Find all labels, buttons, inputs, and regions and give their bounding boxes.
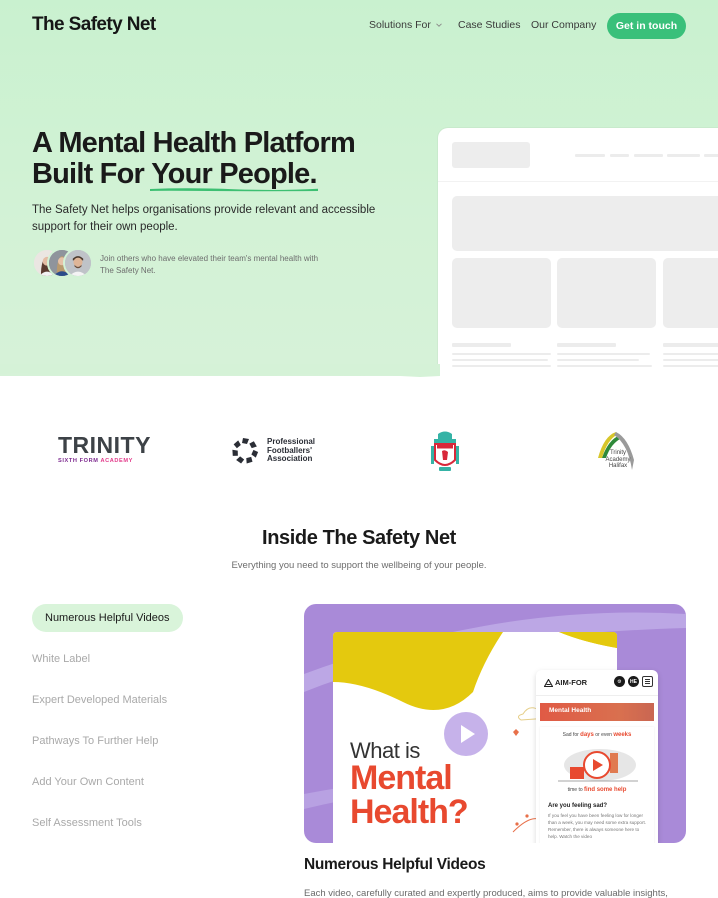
- mock-banner-placeholder: [452, 196, 718, 251]
- phone-header: AIM-FOR ⚙ HE: [536, 670, 658, 696]
- feature-tab-helpful-videos[interactable]: Numerous Helpful Videos: [32, 604, 183, 632]
- mock-nav-line: [575, 154, 605, 157]
- avatar-group: [32, 248, 94, 278]
- mock-text-line: [452, 359, 548, 361]
- settings-icon[interactable]: ⚙: [614, 676, 625, 687]
- aim-for-logo-icon: [544, 678, 553, 687]
- phone-banner-text: Mental Health: [549, 707, 592, 714]
- liverpool-crest-icon: [431, 431, 459, 471]
- sad-mid: or even: [593, 732, 614, 738]
- feature-tab-own-content[interactable]: Add Your Own Content: [32, 768, 144, 796]
- mock-text-line: [557, 359, 639, 361]
- nav-solutions-label: Solutions For: [369, 19, 431, 31]
- pfa-line: Association: [267, 454, 313, 463]
- hamburger-menu-icon[interactable]: [642, 676, 653, 687]
- trinity-subline: SIXTH FORM ACADEMY: [58, 458, 148, 464]
- play-icon: [461, 725, 475, 743]
- logo-liverpool-fc: [428, 430, 462, 474]
- find-highlight: find some help: [584, 787, 627, 793]
- trinity-wordmark: TRINITY: [58, 432, 151, 458]
- headline-line-2: Built For Your People.: [32, 158, 355, 192]
- mock-text-line: [452, 353, 551, 355]
- mock-text-line: [663, 359, 718, 361]
- pfa-text: Professional Footballers' Association: [267, 437, 315, 464]
- feature-media-panel: What is Mental Health? AIM-FOR ⚙ HE Ment…: [304, 604, 686, 843]
- mock-text-line: [452, 343, 511, 347]
- video-illustration[interactable]: [550, 741, 644, 785]
- client-logos: TRINITY SIXTH FORM ACADEMY Professional …: [0, 420, 718, 480]
- mock-card-placeholder: [452, 258, 551, 328]
- logo-trinity-sixth-form: TRINITY SIXTH FORM ACADEMY: [58, 432, 151, 470]
- video-title-health: Health?: [350, 793, 469, 831]
- phone-content-card: Sad for days or even weeks time to find …: [540, 727, 654, 843]
- mock-text-line: [557, 365, 652, 367]
- sad-days: days: [580, 732, 594, 738]
- social-proof-text: Join others who have elevated their team…: [100, 254, 319, 275]
- phone-body-text: If you feel you have been feeling low fo…: [548, 813, 647, 839]
- mock-card-placeholder: [557, 258, 656, 328]
- active-feature-title: Numerous Helpful Videos: [304, 856, 486, 873]
- mock-text-line: [663, 353, 718, 355]
- top-nav: The Safety Net Solutions For Case Studie…: [0, 0, 718, 52]
- phone-banner: Mental Health: [540, 703, 654, 721]
- avatar: [63, 248, 93, 278]
- headline-prefix: Built For: [32, 158, 152, 190]
- sad-weeks: weeks: [613, 732, 632, 738]
- phone-header-icons: ⚙ HE: [614, 676, 653, 687]
- halifax-line: Halifax: [608, 463, 628, 469]
- torn-edge-decoration: [0, 364, 440, 377]
- user-avatar[interactable]: HE: [628, 676, 639, 687]
- get-in-touch-button[interactable]: Get in touch: [607, 13, 686, 39]
- nav-solutions-for[interactable]: Solutions For: [369, 19, 443, 31]
- brush-underline-icon: [150, 188, 319, 192]
- chevron-down-icon: [436, 23, 442, 27]
- mock-text-line: [557, 353, 650, 355]
- mock-text-line: [452, 365, 551, 367]
- mock-text-line: [663, 343, 718, 347]
- mock-text-line: [557, 343, 616, 347]
- feature-tab-self-assessment[interactable]: Self Assessment Tools: [32, 809, 142, 837]
- hero-headline: A Mental Health Platform Built For Your …: [32, 127, 356, 192]
- pfa-emblem-icon: [232, 438, 259, 464]
- phone-brand: AIM-FOR: [544, 678, 587, 687]
- mock-nav-line: [610, 154, 629, 157]
- trinity-sub-b: ACADEMY: [100, 458, 133, 464]
- brand-logo[interactable]: The Safety Net: [32, 14, 156, 36]
- phone-question: Are you feeling sad?: [548, 803, 608, 809]
- active-feature-description: Each video, carefully curated and expert…: [304, 888, 668, 898]
- phone-find-caption: time to find some help: [540, 787, 654, 793]
- logo-pfa: Professional Footballers' Association: [230, 434, 330, 468]
- mock-nav-line: [667, 154, 700, 157]
- feature-tab-white-label[interactable]: White Label: [32, 645, 90, 673]
- mock-card-placeholder: [663, 258, 718, 328]
- sad-prefix: Sad for: [562, 732, 581, 738]
- video-title-mental: Mental: [350, 759, 453, 797]
- headline-line-1: A Mental Health Platform: [32, 127, 356, 159]
- hero-subtext: The Safety Net helps organisations provi…: [32, 204, 376, 233]
- mock-nav-line: [634, 154, 663, 157]
- hero-section: The Safety Net Solutions For Case Studie…: [0, 0, 718, 376]
- trinity-sub-a: SIXTH FORM: [58, 458, 99, 464]
- mock-text-line: [663, 365, 718, 367]
- feature-tab-expert-materials[interactable]: Expert Developed Materials: [32, 686, 167, 714]
- mock-logo-placeholder: [452, 142, 530, 168]
- logo-trinity-academy-halifax: Trinity Academy Halifax: [594, 430, 640, 476]
- nav-case-studies[interactable]: Case Studies: [458, 19, 520, 31]
- halifax-text: Trinity Academy Halifax: [604, 450, 632, 470]
- nav-our-company[interactable]: Our Company: [531, 19, 596, 31]
- section-subtitle: Everything you need to support the wellb…: [231, 560, 487, 571]
- mobile-app-preview: AIM-FOR ⚙ HE Mental Health Sad for days …: [536, 670, 658, 843]
- phone-sad-caption: Sad for days or even weeks: [540, 732, 654, 738]
- mock-divider: [438, 181, 718, 182]
- headline-highlight: Your People.: [150, 159, 319, 192]
- find-prefix: time to: [567, 787, 585, 793]
- phone-brand-text: AIM-FOR: [555, 678, 588, 687]
- section-title: Inside The Safety Net: [262, 527, 456, 549]
- platform-preview-mockup: [438, 128, 718, 376]
- mock-nav-line: [704, 154, 718, 157]
- play-button[interactable]: [444, 712, 488, 756]
- feature-tab-pathways[interactable]: Pathways To Further Help: [32, 727, 158, 755]
